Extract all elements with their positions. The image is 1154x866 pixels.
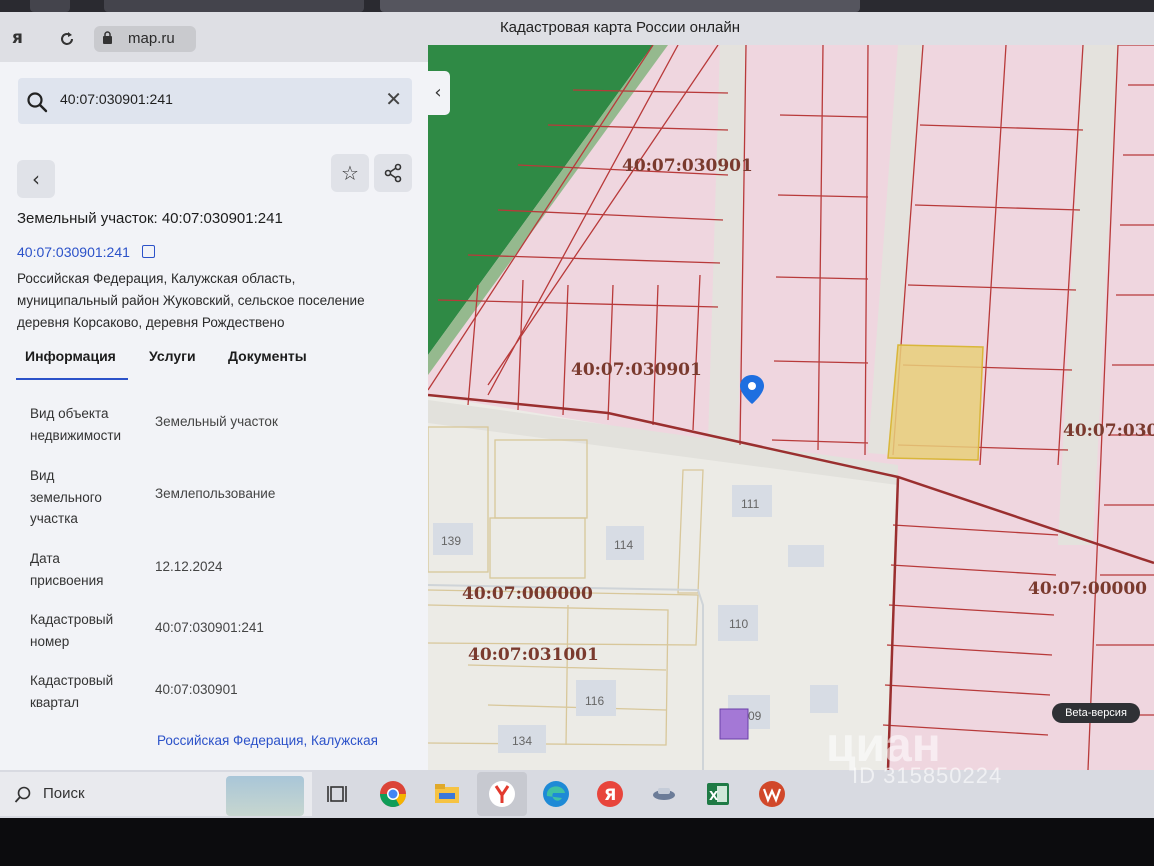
address-line: деревня Корсаково, деревня Рождествено <box>17 315 285 330</box>
yandex-icon[interactable]: Я <box>593 777 627 811</box>
star-icon: ☆ <box>341 161 359 185</box>
excel-icon[interactable]: X <box>701 777 735 811</box>
building-number: 111 <box>741 497 760 511</box>
browser-tab[interactable] <box>104 0 364 12</box>
building-number: 134 <box>512 734 532 748</box>
tab-services[interactable]: Услуги <box>149 348 196 364</box>
browser-tab-strip <box>0 0 1154 12</box>
wps-office-icon[interactable] <box>755 777 789 811</box>
chrome-icon[interactable] <box>376 777 410 811</box>
search-input[interactable]: 40:07:030901:241 ✕ <box>18 78 412 124</box>
cadastral-map[interactable]: 139 114 111 110 116 09 134 40:07:030901 … <box>428 45 1154 770</box>
active-tab-indicator <box>16 378 128 380</box>
info-label: Дата присвоения <box>30 551 104 588</box>
tab-documents[interactable]: Документы <box>228 348 307 364</box>
search-icon <box>14 786 31 803</box>
info-value: Земельный участок <box>155 414 278 429</box>
yandex-browser-icon[interactable] <box>485 777 519 811</box>
building-number: 114 <box>614 538 633 552</box>
yandex-logo-icon[interactable]: я <box>12 28 23 48</box>
taskbar-search[interactable]: Поиск <box>0 772 312 816</box>
app-icon[interactable] <box>647 777 681 811</box>
share-button[interactable] <box>374 154 412 192</box>
info-value: 12.12.2024 <box>155 559 223 574</box>
chevron-left-icon: ‹ <box>434 82 442 103</box>
address-line: муниципальный район Жуковский, сельское … <box>17 293 365 308</box>
monitor-bezel <box>0 818 1154 866</box>
info-value: 40:07:030901 <box>155 682 238 697</box>
building-number: 139 <box>441 534 461 548</box>
info-value: Землепользование <box>155 486 276 501</box>
browser-tab[interactable] <box>30 0 70 12</box>
search-query: 40:07:030901:241 <box>60 91 173 107</box>
building <box>810 685 838 713</box>
search-icon <box>27 92 48 113</box>
share-icon <box>384 163 402 183</box>
lock-icon <box>103 31 112 44</box>
page-title: Кадастровая карта России онлайн <box>499 19 741 36</box>
map-canvas[interactable]: 139 114 111 110 116 09 134 40:07:030901 … <box>428 45 1154 770</box>
svg-text:Я: Я <box>604 785 616 804</box>
reload-icon[interactable] <box>58 30 76 48</box>
building-number: 116 <box>585 694 604 708</box>
quarter-label: 40:07:030 <box>1063 421 1154 441</box>
taskbar-search-label: Поиск <box>43 785 85 802</box>
info-label: Кадастровый квартал <box>30 673 114 710</box>
building <box>788 545 824 567</box>
info-label: Вид земельного участка <box>30 468 102 526</box>
edge-icon[interactable] <box>539 777 573 811</box>
svg-text:X: X <box>709 789 719 803</box>
info-label: Кадастровый номер <box>30 612 114 649</box>
url-text: map.ru <box>128 30 175 47</box>
address-bar[interactable]: map.ru <box>94 26 196 52</box>
back-button[interactable]: ‹ <box>17 160 55 198</box>
listing-id-watermark: ID 315850224 <box>852 763 1003 788</box>
building-number: 110 <box>729 617 748 631</box>
browser-tab-active[interactable] <box>380 0 860 12</box>
building-number: 09 <box>748 709 762 723</box>
cadastral-number-link[interactable]: 40:07:030901:241 <box>17 244 130 260</box>
selected-parcel <box>887 344 984 461</box>
screen: я map.ru Кадастровая карта России онлайн… <box>0 0 1154 866</box>
file-explorer-icon[interactable] <box>430 777 464 811</box>
address-line: Российская Федерация, Калужская область, <box>17 271 296 286</box>
task-view-icon[interactable] <box>322 777 356 811</box>
quarter-label: 40:07:030901 <box>622 156 753 176</box>
object-title: Земельный участок: 40:07:030901:241 <box>17 210 283 227</box>
quarter-label: 40:07:031001 <box>468 645 599 665</box>
address-link[interactable]: Российская Федерация, Калужская <box>157 733 378 748</box>
info-panel: 40:07:030901:241 ✕ ‹ ☆ Земельный участок… <box>0 62 428 770</box>
info-value: 40:07:030901:241 <box>155 620 264 635</box>
chevron-left-icon: ‹ <box>32 167 40 191</box>
weather-widget[interactable] <box>226 776 304 816</box>
beta-badge: Beta-версия <box>1052 703 1140 723</box>
info-label: Вид объекта недвижимости <box>30 406 122 443</box>
object-address: Российская Федерация, Калужская область,… <box>17 268 417 334</box>
favorite-button[interactable]: ☆ <box>331 154 369 192</box>
quarter-label: 40:07:00000 <box>1028 579 1147 599</box>
copy-icon[interactable] <box>142 245 155 258</box>
close-icon[interactable]: ✕ <box>385 87 402 111</box>
quarter-label: 40:07:000000 <box>462 584 593 604</box>
collapse-panel-button[interactable]: ‹ <box>426 71 450 115</box>
tab-information[interactable]: Информация <box>25 348 116 364</box>
quarter-label: 40:07:030901 <box>571 360 702 380</box>
highlighted-building <box>719 708 749 740</box>
